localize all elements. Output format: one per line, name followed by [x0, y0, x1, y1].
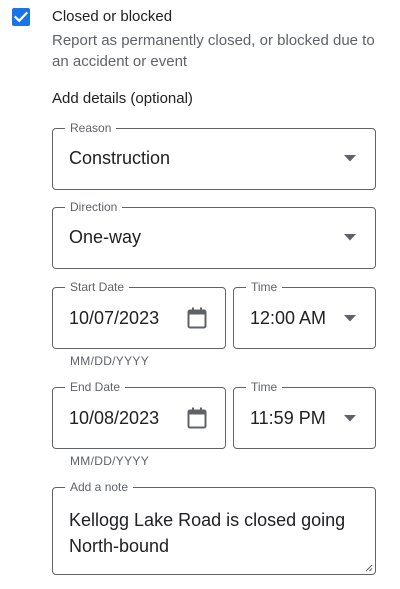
option-title: Closed or blocked [52, 8, 173, 25]
caret-down-icon [344, 315, 356, 322]
direction-select[interactable]: Direction One-way [52, 199, 376, 269]
closed-or-blocked-checkbox[interactable] [12, 8, 30, 26]
direction-label: Direction [65, 199, 123, 215]
caret-down-icon [344, 234, 356, 241]
caret-down-icon [344, 415, 356, 422]
resize-handle-icon[interactable] [365, 564, 373, 572]
end-time-select[interactable]: Time 11:59 PM [233, 379, 376, 449]
start-date-helper: MM/DD/YYYY [70, 354, 150, 368]
reason-select[interactable]: Reason Construction [52, 120, 376, 190]
note-value: Kellogg Lake Road is closed going North-… [69, 510, 346, 556]
start-time-value: 12:00 AM [250, 308, 327, 328]
start-date-field[interactable]: Start Date 10/07/2023 [52, 279, 226, 349]
end-time-value: 11:59 PM [250, 408, 326, 428]
start-time-select[interactable]: Time 12:00 AM [233, 279, 376, 349]
checkmark-icon [13, 11, 29, 23]
start-date-value: 10/07/2023 [69, 308, 160, 328]
calendar-icon[interactable] [187, 407, 207, 429]
end-date-label: End Date [65, 379, 126, 395]
note-textarea[interactable]: Add a note Kellogg Lake Road is closed g… [52, 479, 376, 575]
start-time-label: Time [246, 279, 283, 295]
end-date-helper: MM/DD/YYYY [70, 454, 150, 468]
direction-value: One-way [69, 227, 142, 247]
caret-down-icon [344, 155, 356, 162]
end-date-field[interactable]: End Date 10/08/2023 [52, 379, 226, 449]
reason-value: Construction [69, 148, 171, 168]
end-date-value: 10/08/2023 [69, 408, 160, 428]
start-date-label: Start Date [65, 279, 130, 295]
reason-label: Reason [65, 120, 117, 136]
option-description: Report as permanently closed, or blocked… [52, 32, 375, 70]
calendar-icon[interactable] [187, 307, 207, 329]
details-section-title: Add details (optional) [52, 90, 193, 107]
note-label: Add a note [65, 479, 134, 495]
end-time-label: Time [246, 379, 283, 395]
